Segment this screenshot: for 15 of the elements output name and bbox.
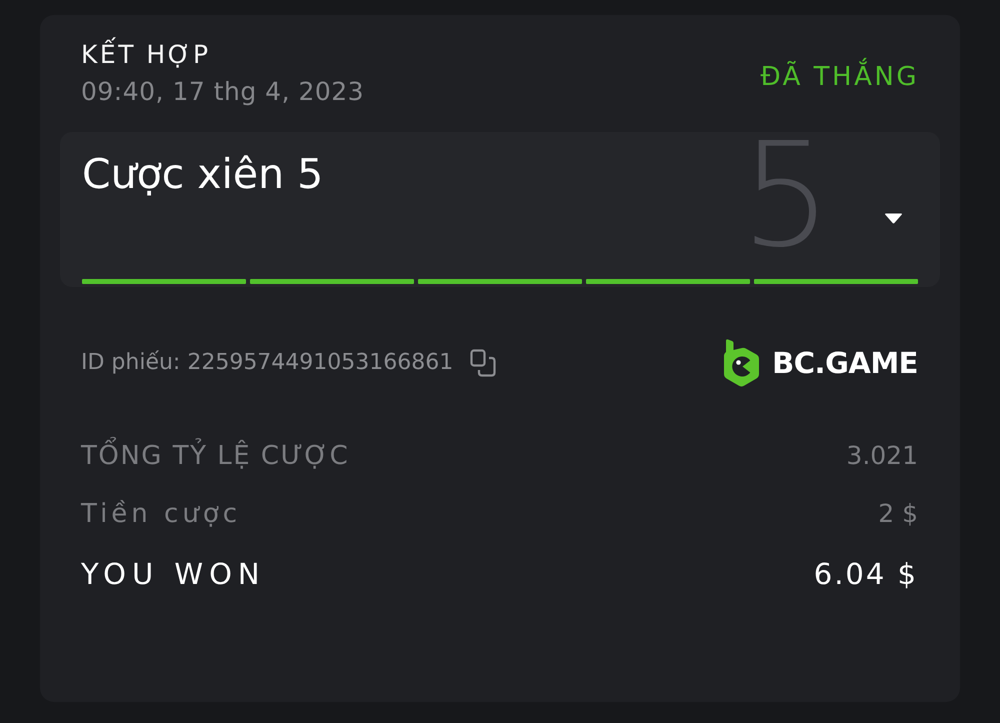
summary-value: 3.021 [846,440,918,472]
caret-icon[interactable] [884,212,903,224]
summary-label: YOU WON [81,556,266,593]
copy-icon[interactable] [470,348,496,376]
parlay-title: Cược xiên 5 [82,150,324,198]
ticket-id: ID phiếu: 2259574491053166861 [81,348,454,376]
brand-name: BC.GAME [772,346,918,380]
bet-status: ĐÃ THẮNG [760,60,919,94]
summary-value: 6.04 $ [814,556,918,593]
summary-label: Tiền cược [81,498,242,531]
summary-label: TỔNG TỶ LỆ CƯỢC [81,438,350,474]
bet-type-title: KẾT HỢP [81,39,211,71]
summary-value: 2 $ [878,498,918,530]
logo-icon [723,338,760,386]
bet-datetime: 09:40, 17 thg 4, 2023 [81,77,364,107]
